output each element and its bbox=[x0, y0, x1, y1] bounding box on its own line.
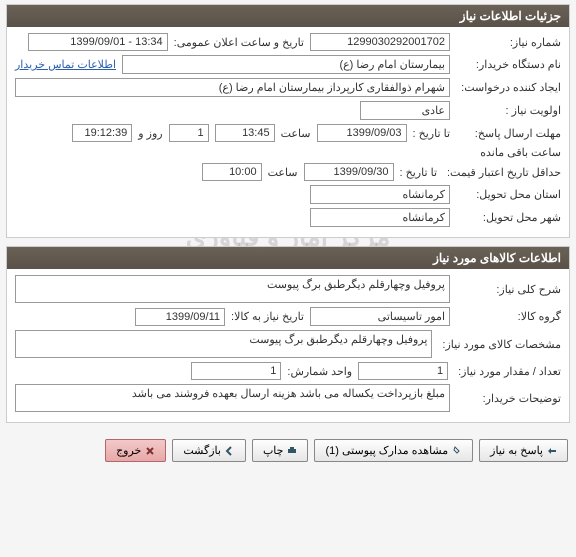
qty-value: 1 bbox=[358, 362, 448, 380]
back-button-label: بازگشت bbox=[183, 444, 221, 457]
spec-label: مشخصات کالای مورد نیاز: bbox=[438, 338, 561, 351]
spec-value: پروفیل وچهارقلم دیگرطبق برگ پیوست bbox=[15, 330, 432, 358]
attachments-button[interactable]: مشاهده مدارک پیوستی (1) bbox=[314, 439, 473, 462]
action-bar: پاسخ به نیاز مشاهده مدارک پیوستی (1) چاپ… bbox=[0, 431, 576, 470]
minvalid-time: 10:00 bbox=[202, 163, 262, 181]
city-value: کرمانشاه bbox=[310, 208, 450, 227]
back-button[interactable]: بازگشت bbox=[172, 439, 246, 462]
group-label: گروه کالا: bbox=[456, 310, 561, 323]
province-label: استان محل تحویل: bbox=[456, 188, 561, 201]
exit-button[interactable]: خروج bbox=[105, 439, 166, 462]
qty-label: تعداد / مقدار مورد نیاز: bbox=[454, 365, 561, 378]
panel1-title: جزئیات اطلاعات نیاز bbox=[7, 5, 569, 27]
buyer-value: بیمارستان امام رضا (ع) bbox=[122, 55, 450, 74]
deadline-to-label: تا تاریخ : bbox=[413, 127, 450, 140]
goods-info-panel: اطلاعات کالاهای مورد نیاز شرح کلی نیاز: … bbox=[6, 246, 570, 423]
reply-button-label: پاسخ به نیاز bbox=[490, 444, 543, 457]
priority-label: اولویت نیاز : bbox=[456, 104, 561, 117]
countdown-label: ساعت باقی مانده bbox=[480, 146, 561, 159]
deadline-label: مهلت ارسال پاسخ: bbox=[456, 127, 561, 140]
announce-label: تاریخ و ساعت اعلان عمومی: bbox=[174, 36, 304, 49]
reply-icon bbox=[547, 446, 557, 456]
days-remaining: 1 bbox=[169, 124, 209, 142]
notes-label: توضیحات خریدار: bbox=[456, 392, 561, 405]
buyer-label: نام دستگاه خریدار: bbox=[456, 58, 561, 71]
days-label: روز و bbox=[138, 127, 162, 140]
print-button[interactable]: چاپ bbox=[252, 439, 309, 462]
group-value: امور تاسیساتی bbox=[310, 307, 450, 326]
deadline-date: 1399/09/03 bbox=[317, 124, 407, 142]
announce-value: 13:34 - 1399/09/01 bbox=[28, 33, 168, 51]
notes-value: مبلغ بازپرداخت یکساله می باشد هزینه ارسا… bbox=[15, 384, 450, 412]
unit-value: 1 bbox=[191, 362, 281, 380]
print-icon bbox=[287, 446, 297, 456]
need-date-value: 1399/09/11 bbox=[135, 308, 225, 326]
close-icon bbox=[145, 446, 155, 456]
paperclip-icon bbox=[452, 446, 462, 456]
deadline-time: 13:45 bbox=[215, 124, 275, 142]
city-label: شهر محل تحویل: bbox=[456, 211, 561, 224]
back-icon bbox=[225, 446, 235, 456]
countdown-value: 19:12:39 bbox=[72, 124, 132, 142]
minvalid-label: حداقل تاریخ اعتبار قیمت: bbox=[443, 166, 561, 179]
reply-button[interactable]: پاسخ به نیاز bbox=[479, 439, 568, 462]
minvalid-to-label: تا تاریخ : bbox=[400, 166, 437, 179]
creator-label: ایجاد کننده درخواست: bbox=[456, 81, 561, 94]
priority-value: عادی bbox=[360, 101, 450, 120]
need-number-label: شماره نیاز: bbox=[456, 36, 561, 49]
buyer-contact-link[interactable]: اطلاعات تماس خریدار bbox=[15, 58, 116, 71]
desc-label: شرح کلی نیاز: bbox=[456, 283, 561, 296]
print-button-label: چاپ bbox=[263, 444, 284, 457]
need-number-value: 1299030292001702 bbox=[310, 33, 450, 51]
creator-value: شهرام ذوالفقاری کارپرداز بیمارستان امام … bbox=[15, 78, 450, 97]
exit-button-label: خروج bbox=[116, 444, 141, 457]
attachments-button-label: مشاهده مدارک پیوستی (1) bbox=[325, 444, 448, 457]
unit-label: واحد شمارش: bbox=[287, 365, 352, 378]
need-date-label: تاریخ نیاز به کالا: bbox=[231, 310, 304, 323]
minvalid-time-label: ساعت bbox=[268, 166, 298, 179]
panel2-title: اطلاعات کالاهای مورد نیاز bbox=[7, 247, 569, 269]
deadline-time-label: ساعت bbox=[281, 127, 311, 140]
minvalid-date: 1399/09/30 bbox=[304, 163, 394, 181]
desc-value: پروفیل وچهارقلم دیگرطبق برگ پیوست bbox=[15, 275, 450, 303]
province-value: کرمانشاه bbox=[310, 185, 450, 204]
need-details-panel: جزئیات اطلاعات نیاز شماره نیاز: 12990302… bbox=[6, 4, 570, 238]
